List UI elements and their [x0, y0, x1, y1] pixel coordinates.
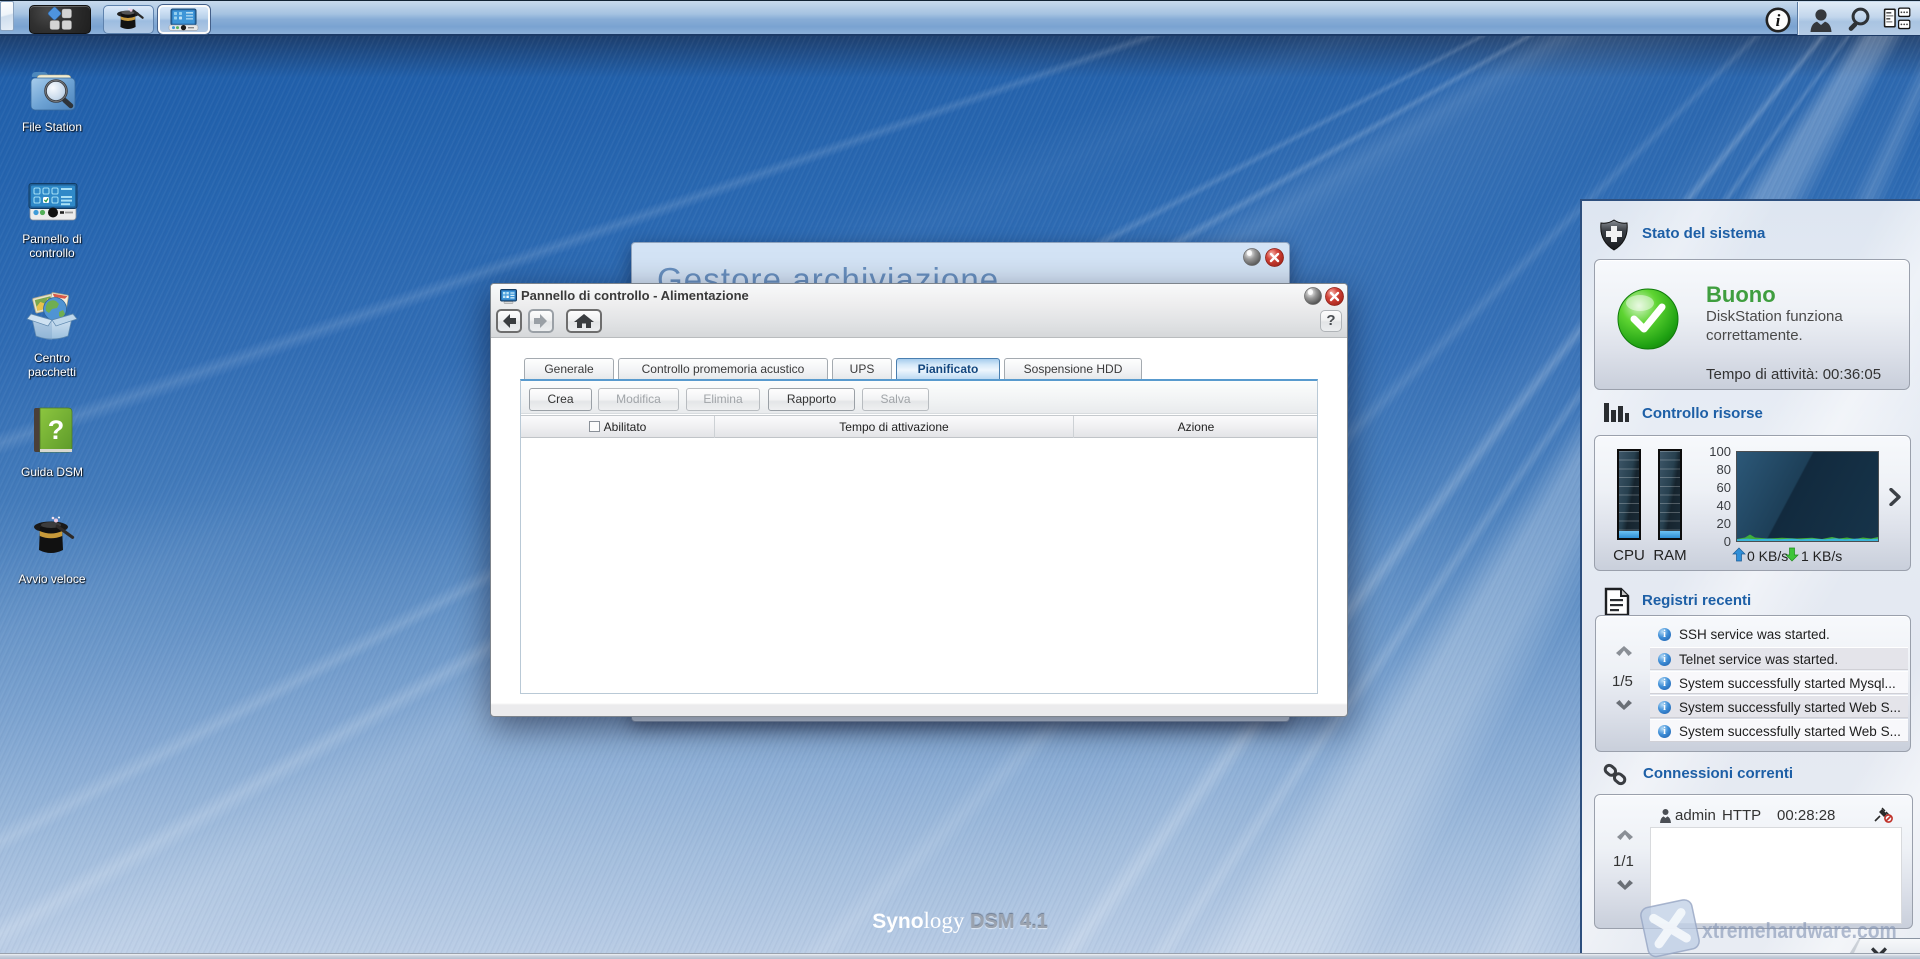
svg-text:i: i	[1776, 11, 1781, 30]
svg-text:?: ?	[48, 415, 65, 445]
